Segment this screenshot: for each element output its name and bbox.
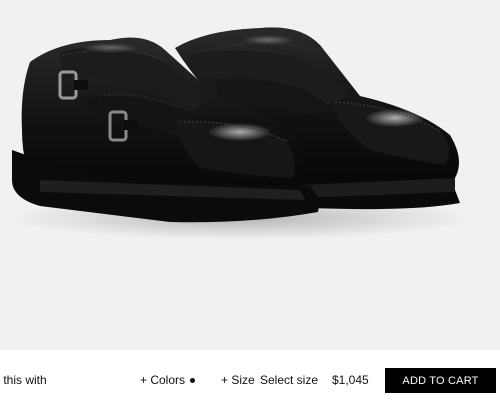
add-to-cart-button[interactable]: ADD TO CART bbox=[385, 368, 496, 393]
product-image bbox=[0, 0, 500, 350]
colors-toggle[interactable]: + Colors bbox=[140, 373, 185, 387]
size-toggle[interactable]: + Size bbox=[221, 373, 255, 387]
size-select[interactable]: Select size bbox=[260, 373, 318, 387]
price: $1,045 bbox=[332, 373, 369, 387]
selected-color-swatch[interactable] bbox=[190, 378, 195, 383]
monk-strap-shoes-illustration bbox=[10, 27, 470, 240]
pair-with-link[interactable]: r this with bbox=[0, 373, 47, 387]
